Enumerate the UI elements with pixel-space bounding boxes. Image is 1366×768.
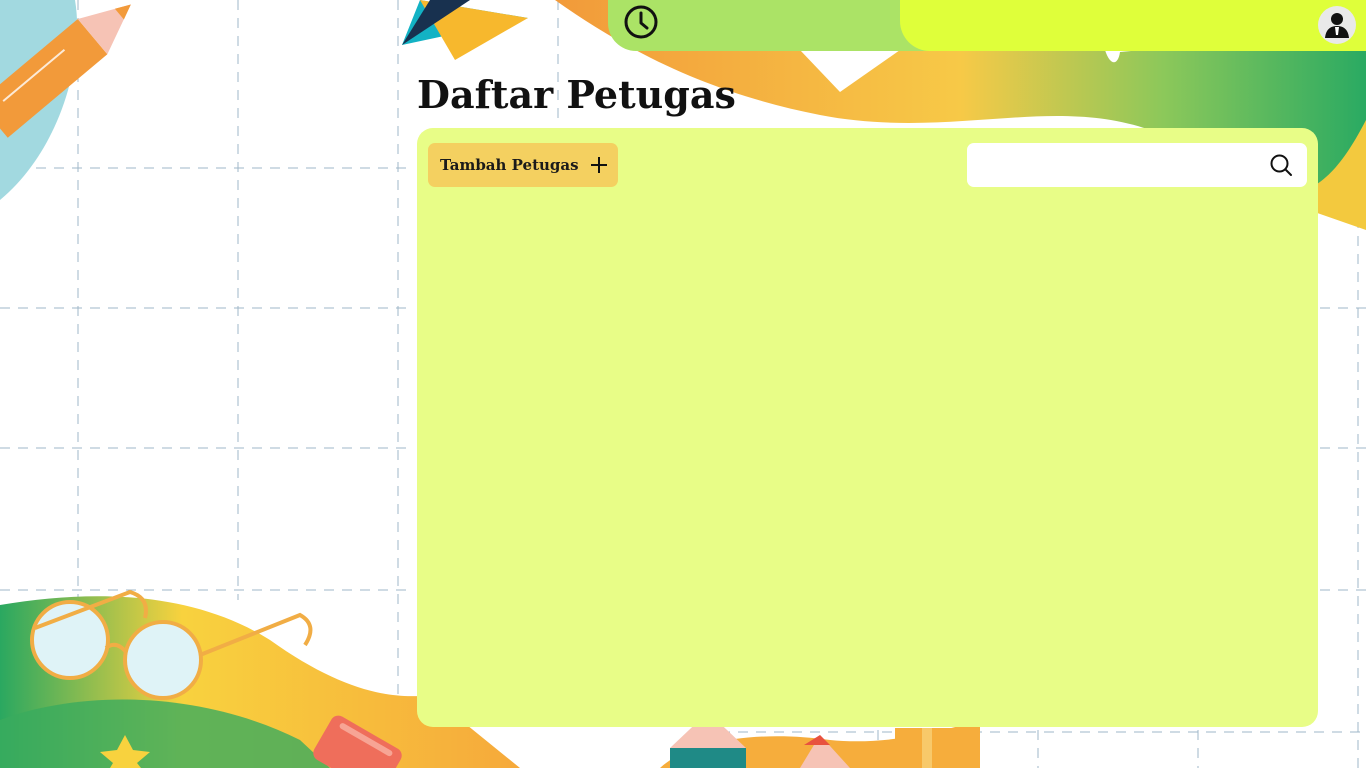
user-avatar-icon [1325, 13, 1349, 38]
main-panel: Tambah Petugas [417, 128, 1318, 727]
plus-icon [590, 157, 607, 173]
user-avatar[interactable] [1318, 6, 1356, 44]
add-officer-button[interactable]: Tambah Petugas [428, 143, 618, 187]
search-input[interactable] [967, 143, 1257, 187]
search-icon[interactable] [1269, 153, 1293, 177]
top-bar-right [900, 0, 1366, 51]
add-officer-button-label: Tambah Petugas [440, 156, 579, 174]
search-box [967, 143, 1307, 187]
clock-icon[interactable] [623, 4, 659, 40]
page-title: Daftar Petugas [417, 72, 736, 117]
